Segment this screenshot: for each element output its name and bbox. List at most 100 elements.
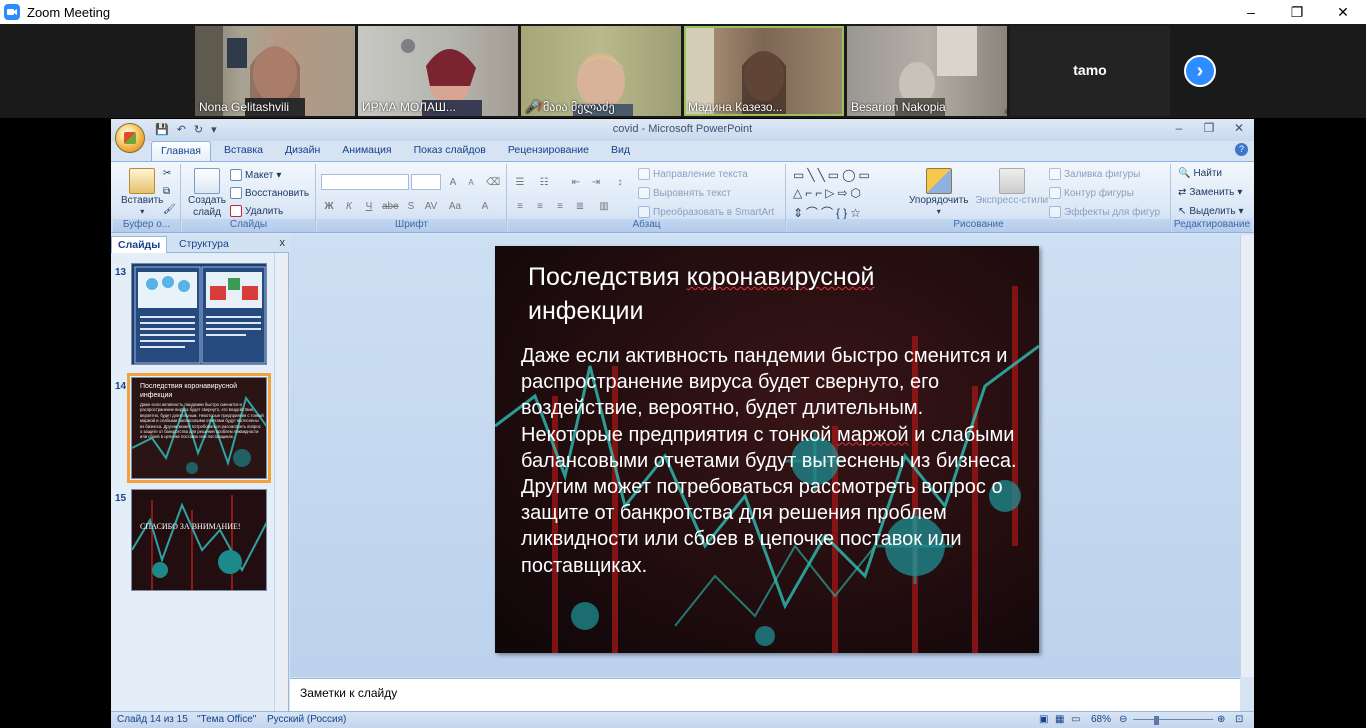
text-direction-label: Направление текста — [653, 168, 748, 180]
participant-tile-no-video[interactable]: tamo — [1010, 26, 1170, 116]
font-color-button[interactable]: A — [477, 198, 493, 214]
minimize-button[interactable]: – — [1228, 0, 1274, 24]
vertical-scrollbar[interactable] — [1240, 235, 1254, 677]
bullets-icon[interactable]: ☰ — [512, 174, 528, 190]
align-right-icon[interactable]: ≡ — [552, 198, 568, 214]
language-indicator[interactable]: Русский (Россия) — [267, 714, 346, 725]
shape-outline-button[interactable]: Контур фигуры — [1049, 187, 1134, 199]
zoom-out-icon[interactable]: ⊖ — [1119, 714, 1127, 725]
quick-styles-button[interactable]: Экспресс-стили — [975, 168, 1048, 206]
new-slide-button[interactable]: Создать слайд — [188, 168, 226, 218]
slideshow-view-icon[interactable]: ▭ — [1071, 714, 1080, 725]
tab-animation[interactable]: Анимация — [333, 141, 400, 161]
slide-title[interactable]: Последствия коронавирусной инфекции — [528, 260, 998, 328]
slides-pane-scrollbar[interactable] — [274, 253, 288, 713]
sorter-view-icon[interactable]: ▦ — [1055, 714, 1064, 725]
theme-name[interactable]: "Тема Office" — [197, 714, 256, 725]
ppt-restore-button[interactable]: ❐ — [1200, 121, 1218, 135]
layout-button[interactable]: Макет ▾ — [230, 169, 281, 181]
participant-tile-active-speaker[interactable]: Мадина Казезо... — [684, 26, 844, 116]
zoom-slider-thumb[interactable] — [1154, 716, 1159, 725]
cut-icon[interactable]: ✂ — [163, 168, 171, 179]
slide-thumbnail-15[interactable]: СПАСИБО ЗА ВНИМАНИЕ! — [131, 489, 267, 591]
arrange-button[interactable]: Упорядочить ▾ — [909, 168, 969, 216]
align-center-icon[interactable]: ≡ — [532, 198, 548, 214]
group-clipboard: Вставить ▾ ✂ ⧉ 🖌 Буфер о... — [113, 164, 181, 232]
numbering-icon[interactable]: ☷ — [536, 174, 552, 190]
font-size-combo[interactable] — [411, 174, 441, 190]
shadow-button[interactable]: S — [403, 198, 419, 214]
current-slide[interactable]: Последствия коронавирусной инфекции Даже … — [495, 246, 1039, 653]
format-painter-icon[interactable]: 🖌 — [163, 204, 176, 215]
clear-format-icon[interactable]: ⌫ — [485, 174, 501, 190]
underline-button[interactable]: Ч — [361, 198, 377, 214]
tab-home[interactable]: Главная — [151, 141, 211, 161]
zoom-slider-track[interactable] — [1133, 719, 1213, 720]
tab-insert[interactable]: Вставка — [215, 141, 272, 161]
strikethrough-button[interactable]: abe — [381, 198, 399, 214]
align-left-icon[interactable]: ≡ — [512, 198, 528, 214]
participant-tile[interactable]: Besarion Nakopia 🎤̸ — [847, 26, 1007, 116]
zoom-level[interactable]: 68% — [1091, 714, 1111, 725]
decrease-indent-icon[interactable]: ⇤ — [568, 174, 584, 190]
shapes-gallery-row1[interactable]: ▭╲╲▭◯▭ — [793, 168, 873, 182]
participant-tile[interactable]: 🎤̸ მაია მელაძე — [521, 26, 681, 116]
grow-font-button[interactable]: A — [445, 174, 461, 190]
tab-outline-pane[interactable]: Структура — [173, 236, 235, 252]
tab-review[interactable]: Рецензирование — [499, 141, 598, 161]
select-button[interactable]: ↖ Выделить ▾ — [1178, 206, 1244, 217]
tab-design[interactable]: Дизайн — [276, 141, 329, 161]
char-spacing-button[interactable]: AV — [423, 198, 439, 214]
chevron-right-icon[interactable]: › — [1184, 55, 1216, 87]
tab-slides-pane[interactable]: Слайды — [111, 236, 168, 253]
status-bar: Слайд 14 из 15 "Тема Office" Русский (Ро… — [111, 711, 1254, 728]
fit-to-window-icon[interactable]: ⊡ — [1235, 714, 1243, 725]
align-text-button[interactable]: Выровнять текст — [638, 187, 731, 199]
slide-body-text[interactable]: Даже если активность пандемии быстро сме… — [521, 343, 1021, 579]
reset-button[interactable]: Восстановить — [230, 187, 309, 199]
increase-indent-icon[interactable]: ⇥ — [588, 174, 604, 190]
participant-tile[interactable]: ИРМА МОЛАШ... — [358, 26, 518, 116]
bold-button[interactable]: Ж — [321, 198, 337, 214]
office-button[interactable] — [115, 123, 145, 153]
slide-thumbnail-13[interactable] — [131, 263, 267, 365]
shape-fill-button[interactable]: Заливка фигуры — [1049, 168, 1140, 180]
group-label: Слайды — [182, 219, 315, 232]
ribbon: Вставить ▾ ✂ ⧉ 🖌 Буфер о... Создать слай… — [111, 161, 1254, 233]
tab-view[interactable]: Вид — [602, 141, 639, 161]
shapes-gallery-row2[interactable]: △⌐⌐▷⇨⬡ — [793, 186, 864, 200]
chevron-down-icon: ▾ — [936, 207, 941, 216]
thumbnail-number: 15 — [115, 493, 127, 504]
screen: Zoom Meeting – ❐ ✕ Nona Gelitashvili ИРМ… — [0, 0, 1366, 728]
smartart-button[interactable]: Преобразовать в SmartArt — [638, 206, 774, 218]
zoom-in-icon[interactable]: ⊕ — [1217, 714, 1225, 725]
normal-view-icon[interactable]: ▣ — [1039, 714, 1048, 725]
slide-notes[interactable]: Заметки к слайду — [290, 678, 1240, 712]
slide-thumbnail-14[interactable]: Последствия коронавирусной инфекции Даже… — [127, 373, 271, 483]
delete-slide-button[interactable]: Удалить — [230, 205, 283, 217]
mic-muted-icon: 🎤̸ — [525, 100, 540, 114]
reset-label: Восстановить — [245, 187, 310, 199]
line-spacing-icon[interactable]: ↕ — [612, 174, 628, 190]
italic-button[interactable]: К — [341, 198, 357, 214]
shape-effects-button[interactable]: Эффекты для фигур — [1049, 206, 1160, 218]
replace-button[interactable]: ⇄ Заменить ▾ — [1178, 187, 1242, 198]
columns-icon[interactable]: ▥ — [596, 198, 612, 214]
participant-tile[interactable]: Nona Gelitashvili — [195, 26, 355, 116]
maximize-button[interactable]: ❐ — [1274, 0, 1320, 24]
font-name-combo[interactable] — [321, 174, 409, 190]
help-icon[interactable]: ? — [1235, 143, 1248, 156]
tab-slideshow[interactable]: Показ слайдов — [405, 141, 495, 161]
close-button[interactable]: ✕ — [1320, 0, 1366, 24]
find-button[interactable]: 🔍 Найти — [1178, 168, 1222, 179]
paste-button[interactable]: Вставить ▾ — [121, 168, 163, 216]
justify-icon[interactable]: ≣ — [572, 198, 588, 214]
ppt-minimize-button[interactable]: – — [1170, 121, 1188, 135]
change-case-button[interactable]: Aa — [447, 198, 463, 214]
close-pane-icon[interactable]: x — [280, 237, 286, 249]
text-direction-button[interactable]: Направление текста — [638, 168, 748, 180]
shrink-font-button[interactable]: A — [463, 174, 479, 190]
copy-icon[interactable]: ⧉ — [163, 186, 170, 197]
group-drawing: ▭╲╲▭◯▭ △⌐⌐▷⇨⬡ ⇕⌒⌒{}☆ Упорядочить ▾ Экспр… — [787, 164, 1171, 232]
ppt-close-button[interactable]: ✕ — [1230, 121, 1248, 135]
